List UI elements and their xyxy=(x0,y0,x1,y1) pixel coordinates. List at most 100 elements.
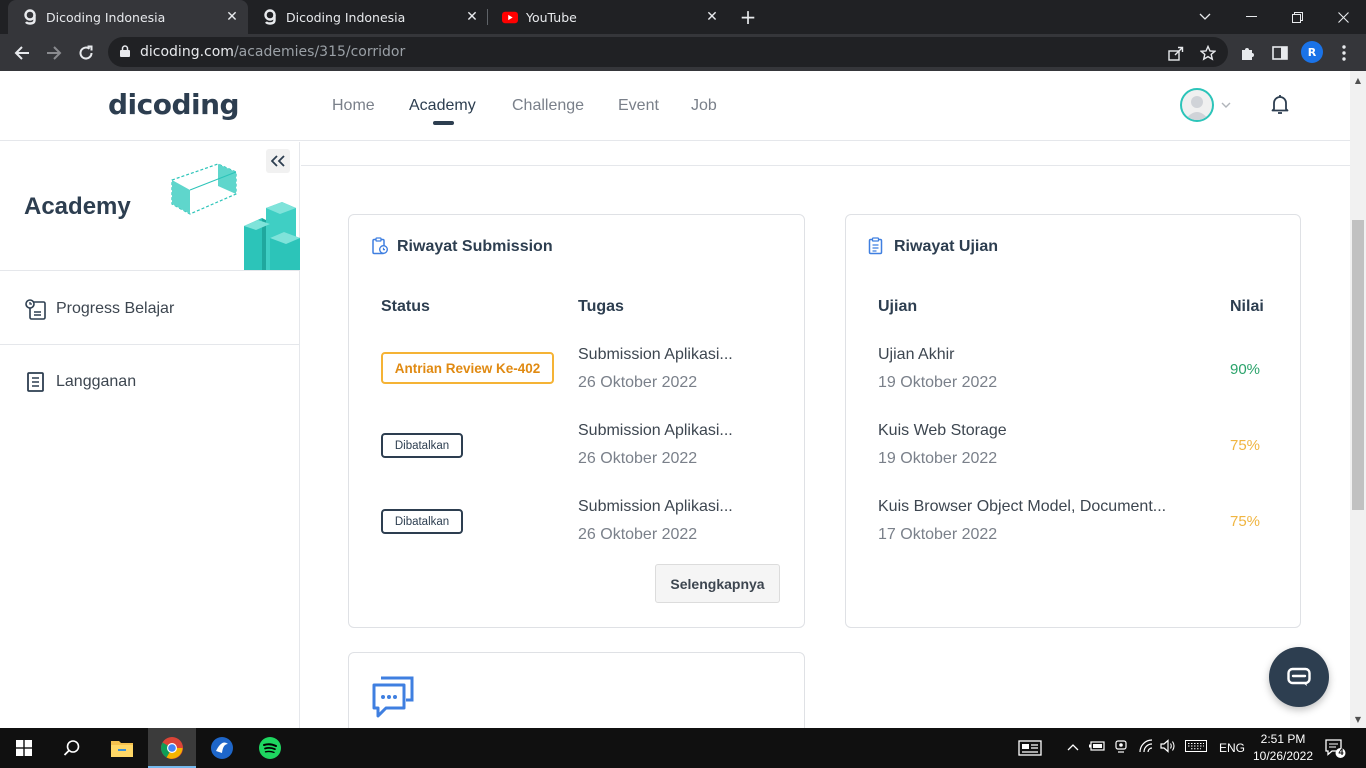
reload-icon[interactable] xyxy=(73,40,99,66)
close-tab-icon[interactable]: ✕ xyxy=(222,7,242,27)
sidebar-item-label: Progress Belajar xyxy=(56,299,175,317)
scrollbar-thumb[interactable] xyxy=(1352,220,1364,510)
exam-name[interactable]: Kuis Browser Object Model, Document... xyxy=(878,498,1166,516)
tab-title: Dicoding Indonesia xyxy=(46,9,166,25)
sidebar-title: Academy xyxy=(24,193,131,220)
progress-icon xyxy=(24,297,48,321)
chat-support-button[interactable] xyxy=(1269,647,1329,707)
submission-task-link[interactable]: Submission Aplikasi... xyxy=(578,422,733,440)
side-panel-icon[interactable] xyxy=(1271,44,1289,62)
youtube-favicon-icon xyxy=(502,9,518,25)
notification-count-badge: 4 xyxy=(1338,747,1344,757)
user-menu-chevron-icon[interactable] xyxy=(1221,97,1231,111)
address-bar[interactable]: dicoding.com/academies/315/corridor xyxy=(108,37,1228,67)
browser-profile-avatar[interactable]: R xyxy=(1301,41,1323,63)
status-column-header: Status xyxy=(381,298,430,315)
submission-task-link[interactable]: Submission Aplikasi... xyxy=(578,346,733,364)
dicoding-favicon-icon xyxy=(262,9,278,25)
battery-icon[interactable] xyxy=(1088,740,1106,755)
submission-date: 26 Oktober 2022 xyxy=(578,526,698,543)
sidebar-item-progress-belajar[interactable]: Progress Belajar xyxy=(0,272,300,345)
sidebar-hero: Academy xyxy=(0,142,300,271)
nav-challenge[interactable]: Challenge xyxy=(512,97,584,115)
close-tab-icon[interactable]: ✕ xyxy=(462,7,482,27)
close-tab-icon[interactable]: ✕ xyxy=(702,7,722,27)
keyboard-icon[interactable] xyxy=(1185,740,1207,755)
spotify-icon[interactable] xyxy=(246,728,294,768)
search-icon[interactable] xyxy=(48,728,96,768)
nav-job[interactable]: Job xyxy=(691,97,717,115)
clipboard-clock-icon xyxy=(371,237,389,259)
speaker-icon[interactable] xyxy=(1160,739,1176,756)
tab-title: YouTube xyxy=(526,9,577,25)
clock-date: 10/26/2022 xyxy=(1252,749,1314,763)
share-icon[interactable] xyxy=(1167,44,1185,62)
extensions-puzzle-icon[interactable] xyxy=(1239,44,1257,62)
system-clock[interactable]: 2:51 PM 10/26/2022 xyxy=(1248,731,1318,765)
scroll-down-arrow-icon[interactable]: ▼ xyxy=(1352,713,1364,725)
exam-history-card xyxy=(845,214,1301,628)
notification-bell-icon[interactable] xyxy=(1268,92,1292,116)
see-more-button[interactable]: Selengkapnya xyxy=(655,564,780,603)
file-explorer-icon[interactable] xyxy=(98,728,146,768)
url-path: /academies/315/corridor xyxy=(233,44,406,60)
exam-date: 19 Oktober 2022 xyxy=(878,374,998,391)
camera-privacy-icon[interactable] xyxy=(1114,739,1128,756)
sidebar: Academy Progress Belajar Langganan xyxy=(0,142,300,728)
exam-score: 75% xyxy=(1230,513,1261,530)
exam-score: 75% xyxy=(1230,437,1261,454)
status-badge: Antrian Review Ke-402 xyxy=(381,352,554,384)
nav-home[interactable]: Home xyxy=(332,97,375,115)
restore-icon[interactable] xyxy=(1274,0,1320,34)
news-widget-icon[interactable] xyxy=(1006,728,1054,768)
nav-event[interactable]: Event xyxy=(618,97,659,115)
submission-date: 26 Oktober 2022 xyxy=(578,450,698,467)
chat-icon xyxy=(1287,667,1311,686)
exam-card-title: Riwayat Ujian xyxy=(894,238,999,255)
back-arrow-icon[interactable] xyxy=(9,40,35,66)
sidebar-item-langganan[interactable]: Langganan xyxy=(0,345,300,418)
submission-date: 26 Oktober 2022 xyxy=(578,374,698,391)
language-indicator[interactable]: ENG xyxy=(1219,741,1245,755)
exam-column-header: Ujian xyxy=(878,298,918,315)
nav-academy[interactable]: Academy xyxy=(409,97,476,115)
submission-card-title: Riwayat Submission xyxy=(397,238,553,255)
browser-menu-kebab-icon[interactable] xyxy=(1335,44,1353,62)
chrome-icon[interactable] xyxy=(148,728,196,768)
app-blue-circle-icon[interactable] xyxy=(198,728,246,768)
close-window-icon[interactable] xyxy=(1320,0,1366,34)
academy-illustration xyxy=(171,163,300,270)
clipboard-list-icon xyxy=(868,237,884,259)
submission-task-link[interactable]: Submission Aplikasi... xyxy=(578,498,733,516)
tab-title: Dicoding Indonesia xyxy=(286,9,406,25)
browser-tab-1[interactable]: Dicoding Indonesia ✕ xyxy=(8,0,248,34)
chat-bubbles-icon xyxy=(372,676,414,722)
tab-search-chevron-icon[interactable] xyxy=(1182,0,1228,34)
user-avatar[interactable] xyxy=(1180,88,1214,122)
forward-arrow-icon[interactable] xyxy=(41,40,67,66)
dicoding-logo[interactable]: dicoding xyxy=(108,88,240,121)
exam-date: 19 Oktober 2022 xyxy=(878,450,998,467)
bookmark-star-icon[interactable] xyxy=(1199,44,1217,62)
browser-tab-3[interactable]: YouTube ✕ xyxy=(488,0,728,34)
browser-tab-2[interactable]: Dicoding Indonesia ✕ xyxy=(248,0,488,34)
exam-score: 90% xyxy=(1230,361,1261,378)
exam-name[interactable]: Ujian Akhir xyxy=(878,346,954,364)
minimize-icon[interactable] xyxy=(1228,0,1274,34)
lock-icon xyxy=(120,44,130,60)
wifi-icon[interactable] xyxy=(1138,739,1154,756)
dicoding-favicon-icon xyxy=(22,9,38,25)
url-host: dicoding.com xyxy=(140,44,234,60)
status-badge: Dibatalkan xyxy=(381,509,463,534)
score-column-header: Nilai xyxy=(1230,298,1264,315)
sidebar-item-label: Langganan xyxy=(56,372,137,390)
tray-chevron-up-icon[interactable] xyxy=(1067,740,1079,754)
main-top-divider xyxy=(301,165,1350,166)
task-column-header: Tugas xyxy=(578,298,624,315)
windows-start-icon[interactable] xyxy=(0,728,48,768)
exam-name[interactable]: Kuis Web Storage xyxy=(878,422,1007,440)
scroll-up-arrow-icon[interactable]: ▲ xyxy=(1352,74,1364,86)
new-tab-plus-icon[interactable]: + xyxy=(736,5,760,29)
clock-time: 2:51 PM xyxy=(1260,732,1306,746)
status-badge: Dibatalkan xyxy=(381,433,463,458)
